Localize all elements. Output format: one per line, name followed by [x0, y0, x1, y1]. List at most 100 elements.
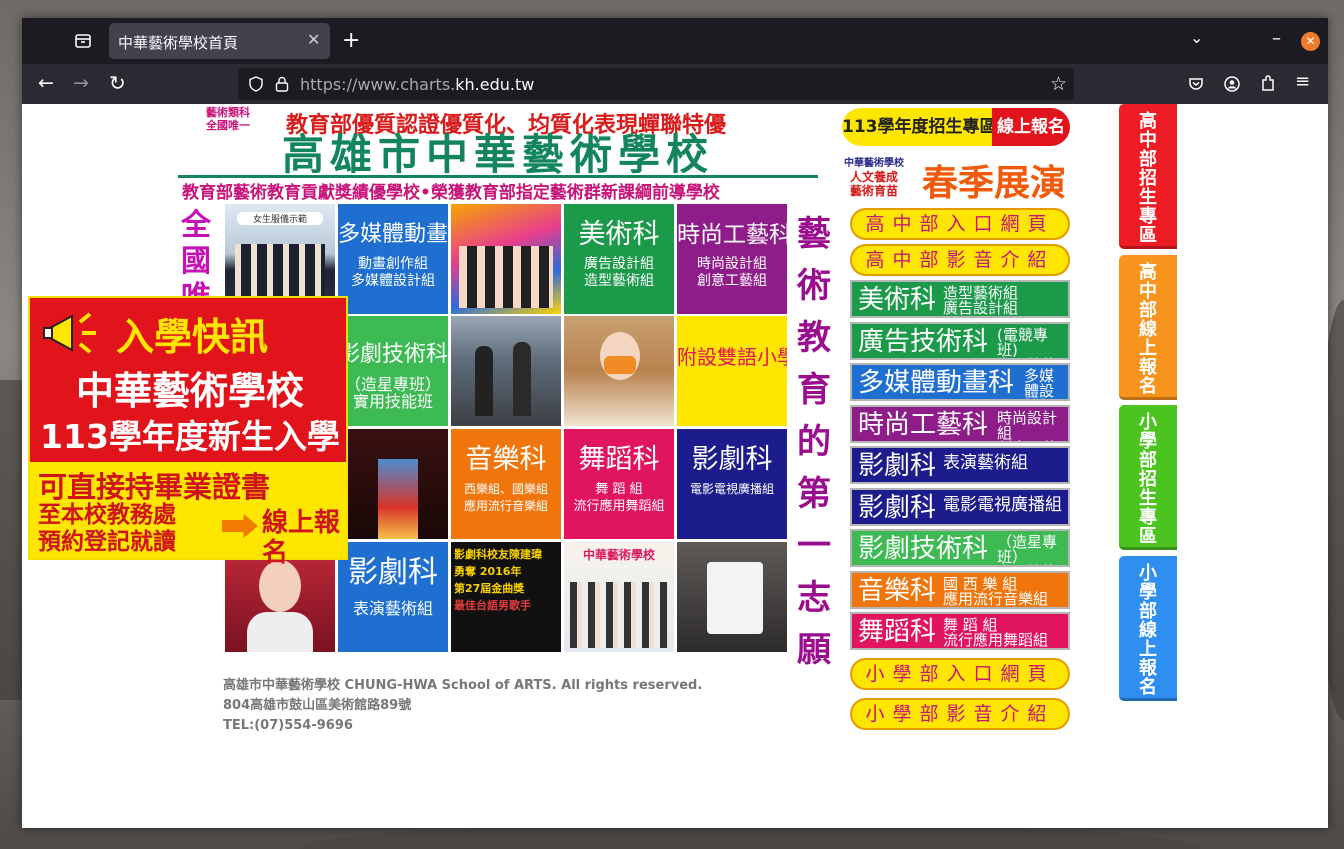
- dept-button[interactable]: 影劇科 表演藝術組: [850, 446, 1070, 484]
- tile-music[interactable]: 音樂科 西樂組、國樂組 應用流行音樂組: [451, 429, 561, 539]
- photo-caricature[interactable]: [677, 542, 787, 652]
- nav-bar: ← → ↻ https://www.charts.kh.edu.tw ☆ ≡: [22, 64, 1328, 104]
- photo-students-event[interactable]: [451, 204, 561, 314]
- es-portal-button[interactable]: 小學部入口網頁: [850, 658, 1070, 690]
- guitar-player: [475, 346, 493, 416]
- spring-exhibit-banner[interactable]: 中華藝術學校 人文養成 藝術育苗 春季展演: [844, 152, 1072, 204]
- tile-subtitle: 時尚設計組 創意工藝組: [697, 256, 767, 289]
- popup-line4: 至本校教務處: [38, 502, 176, 528]
- unique-badge: 藝術類科 全國唯一: [178, 106, 278, 134]
- dept-button[interactable]: 美術科 造型藝術組 廣告設計組: [850, 280, 1070, 318]
- dept-name: 音樂科: [858, 575, 937, 606]
- popup-cta[interactable]: 線上報名: [262, 508, 342, 568]
- dept-name: 影劇科: [858, 451, 937, 481]
- tile-drama-performance[interactable]: 影劇科 表演藝術組: [338, 542, 448, 652]
- admission-popup[interactable]: 入學快訊 中華藝術學校 113學年度新生入學 可直接持畢業證書 至本校教務處 預…: [28, 296, 348, 568]
- side-tab[interactable]: 小學部招生專區: [1119, 405, 1177, 550]
- footer-address: 804高雄市鼓山區美術館路89號: [223, 698, 412, 713]
- tile-title: 影劇科: [691, 444, 773, 475]
- side-tab[interactable]: 高中部招生專區: [1119, 104, 1177, 249]
- online-register-label[interactable]: 線上報名: [992, 108, 1070, 146]
- dept-sub: 舞 蹈 組 流行應用舞蹈組: [943, 616, 1049, 649]
- url-bar[interactable]: https://www.charts.kh.edu.tw ☆: [238, 68, 1074, 100]
- tab-title: 中華藝術學校首頁: [118, 34, 239, 52]
- dept-name: 影劇科: [858, 492, 937, 523]
- popup-line1: 中華藝術學校: [75, 369, 304, 413]
- school-name: 高雄市中華藝術學校: [178, 132, 818, 178]
- badge-top: 藝術類科: [206, 106, 250, 119]
- tile-bilingual-school[interactable]: 附設雙語小學: [677, 316, 787, 426]
- extensions-icon[interactable]: [1260, 75, 1276, 92]
- dept-button[interactable]: 舞蹈科舞 蹈 組 流行應用舞蹈組: [850, 612, 1070, 650]
- photo-uniform-label: 女生服儀示範: [237, 212, 323, 225]
- desktop-rock: [300, 825, 1200, 849]
- dept-button[interactable]: 影劇科 電影電視廣播組: [850, 487, 1070, 526]
- group-figures: [570, 582, 668, 648]
- lock-icon[interactable]: [275, 76, 289, 92]
- side-tab[interactable]: 小學部線上報名: [1119, 555, 1177, 701]
- dept-sub: 造型藝術組 廣告設計組: [943, 284, 1019, 317]
- tab-list-icon[interactable]: [74, 32, 92, 50]
- es-video-button[interactable]: 小學部影音介紹: [850, 698, 1070, 730]
- people-figures: [235, 244, 325, 304]
- footer-phone: TEL:(07)554-9696: [223, 718, 353, 733]
- tile-subtitle: 廣告設計組 造型藝術組: [584, 256, 654, 289]
- tab-bar: 中華藝術學校首頁 ✕ + ⌄ – ✕: [22, 18, 1328, 64]
- dept-button[interactable]: 廣告技術科 (電競專班) 實用技能班: [850, 321, 1070, 360]
- reload-icon[interactable]: ↻: [109, 73, 126, 93]
- dept-name: 時尚工藝科: [858, 409, 989, 440]
- active-tab[interactable]: 中華藝術學校首頁 ✕: [109, 23, 330, 59]
- pocket-icon[interactable]: [1188, 76, 1204, 92]
- tile-fashion[interactable]: 時尚工藝科 時尚設計組 創意工藝組: [677, 204, 787, 314]
- dept-sub: 多媒體設計組 動 畫 創 作 組: [1024, 367, 1055, 400]
- tile-drama-film[interactable]: 影劇科 電影電視廣播組: [677, 429, 787, 539]
- popup-line45: 至本校教務處 預約登記就讀: [38, 502, 176, 556]
- forward-icon[interactable]: →: [73, 74, 89, 93]
- popup-line5: 預約登記就讀: [38, 529, 176, 555]
- dept-button[interactable]: 影劇技術科 （造星專班） 實用技能班: [850, 529, 1070, 567]
- dept-button[interactable]: 音樂科國 西 樂 組 應用流行音樂組: [850, 570, 1070, 609]
- tile-dance[interactable]: 舞蹈科 舞 蹈 組 流行應用舞蹈組: [564, 429, 674, 539]
- dept-name: 舞蹈科: [858, 617, 937, 647]
- hs-portal-button[interactable]: 高中部入口網頁: [850, 208, 1070, 240]
- photo-performer-mask[interactable]: [564, 316, 674, 426]
- url-text[interactable]: https://www.charts.kh.edu.tw: [300, 75, 534, 94]
- minimize-icon[interactable]: –: [1272, 30, 1281, 48]
- popup-info-box: 可直接持畢業證書 至本校教務處 預約登記就讀 線上報名: [30, 462, 346, 568]
- hs-video-button[interactable]: 高中部影音介紹: [850, 244, 1070, 276]
- account-icon[interactable]: [1224, 76, 1240, 92]
- award-line3: 第27屆金曲獎: [454, 582, 525, 595]
- admissions-banner[interactable]: 113學年度招生專區 線上報名: [842, 106, 1072, 146]
- side-tab[interactable]: 高中部線上報名: [1119, 254, 1177, 400]
- tile-title: 影劇技術科: [338, 342, 448, 367]
- menu-icon[interactable]: ≡: [1295, 73, 1310, 91]
- tile-subtitle: 西樂組、國樂組 應用流行音樂組: [463, 482, 548, 513]
- shield-icon[interactable]: [248, 76, 264, 92]
- bookmark-star-icon[interactable]: ☆: [1050, 75, 1067, 94]
- tile-fine-arts[interactable]: 美術科 廣告設計組 造型藝術組: [564, 204, 674, 314]
- megaphone-icon: [43, 312, 96, 354]
- close-tab-icon[interactable]: ✕: [307, 32, 320, 48]
- dept-button[interactable]: 時尚工藝科時尚設計組 創意工藝組: [850, 404, 1070, 443]
- photo-poster[interactable]: 中華藝術學校: [564, 542, 674, 652]
- close-window-icon[interactable]: ✕: [1301, 32, 1320, 51]
- award-line1: 影劇科校友陳建瑋: [454, 548, 542, 561]
- award-line2: 勇奪 2016年: [454, 565, 522, 578]
- mask: [604, 356, 636, 374]
- back-icon[interactable]: ←: [38, 74, 54, 93]
- tile-title: 附設雙語小學: [677, 345, 787, 369]
- list-all-tabs-icon[interactable]: ⌄: [1190, 30, 1203, 46]
- tile-drama-tech[interactable]: 影劇技術科 （造星專班） 實用技能班: [338, 316, 448, 426]
- award-line4: 最佳台語男歌手: [454, 599, 531, 612]
- popup-line3: 可直接持畢業證書: [38, 470, 271, 504]
- tile-multimedia[interactable]: 多媒體動畫科 動畫創作組 多媒體設計組: [338, 204, 448, 314]
- performer-costume: [378, 459, 418, 539]
- dept-sub: 表演藝術組: [943, 453, 1028, 473]
- tile-subtitle: 動畫創作組 多媒體設計組: [351, 256, 435, 289]
- new-tab-icon[interactable]: +: [342, 30, 360, 52]
- dept-button[interactable]: 多媒體動畫科多媒體設計組 動 畫 創 作 組: [850, 363, 1070, 401]
- photo-opera-performer[interactable]: [338, 429, 448, 539]
- url-domain: kh.edu.tw: [455, 75, 535, 94]
- photo-concert[interactable]: [451, 316, 561, 426]
- photo-award-news[interactable]: 影劇科校友陳建瑋 勇奪 2016年 第27屆金曲獎 最佳台語男歌手: [451, 542, 561, 652]
